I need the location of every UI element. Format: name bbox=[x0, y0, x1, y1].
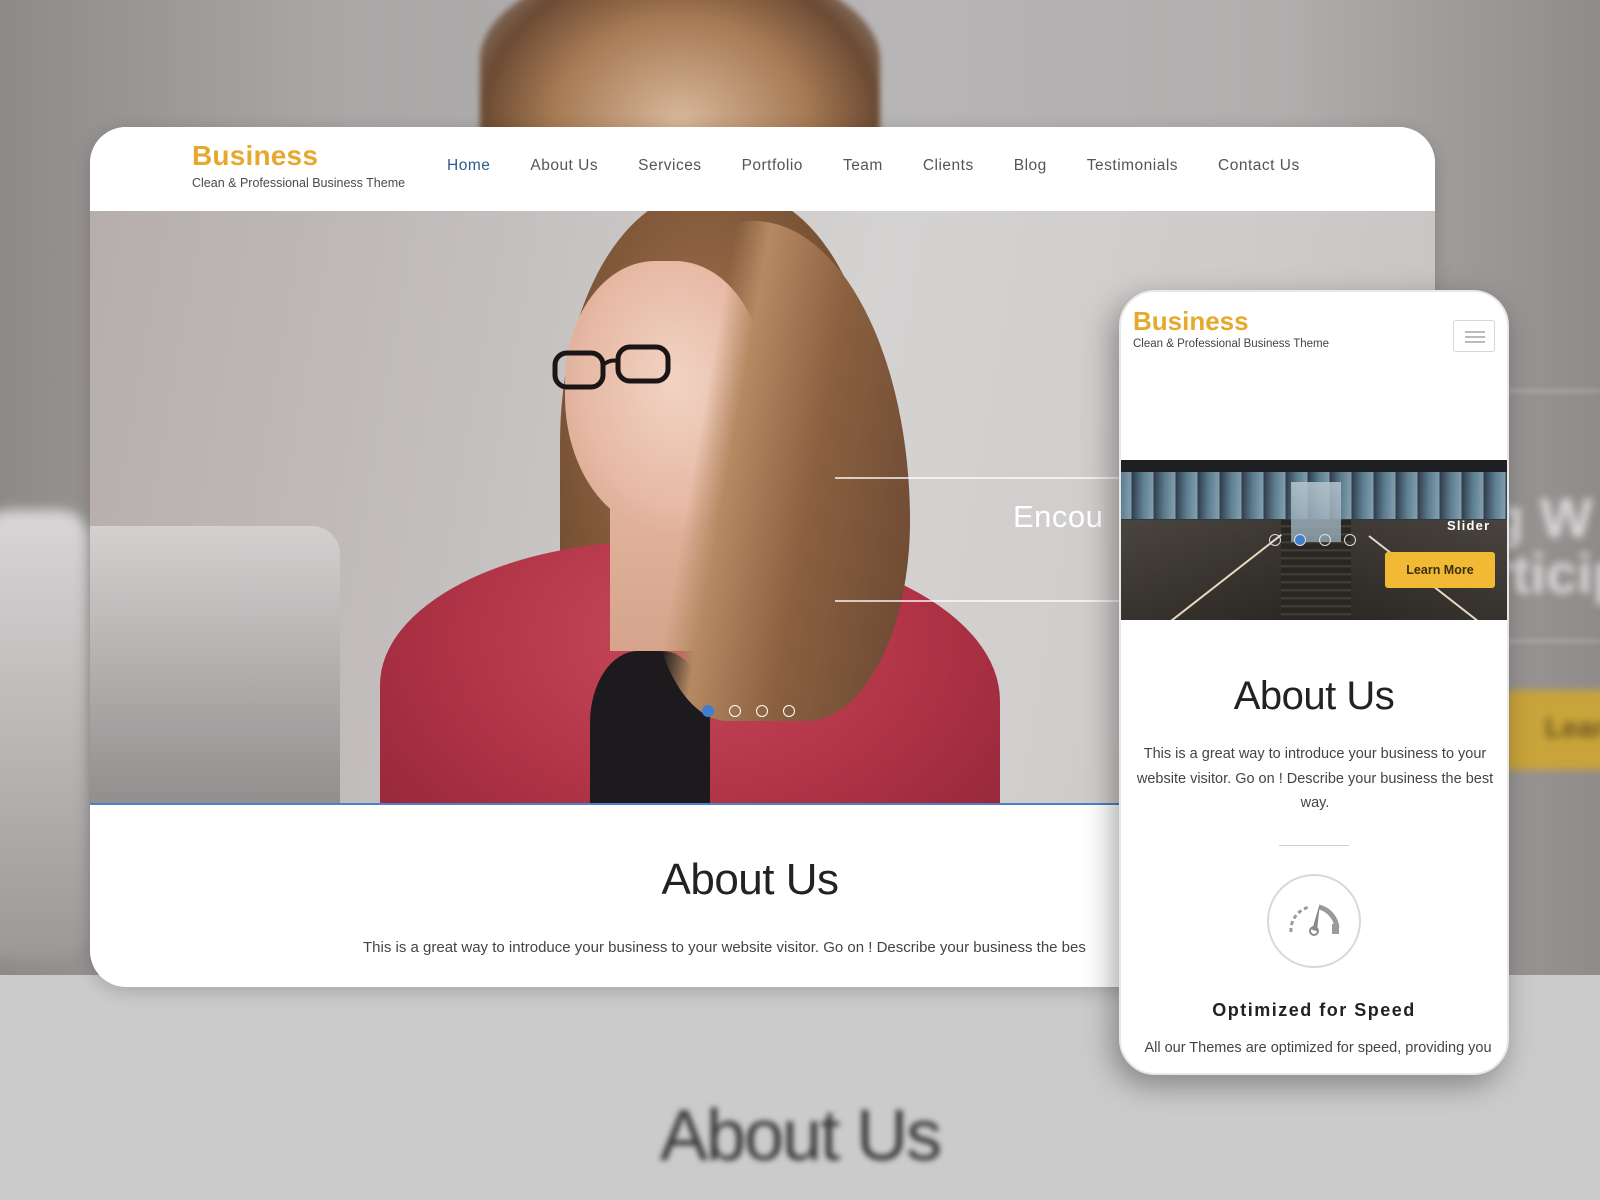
slider-dot-4[interactable] bbox=[783, 705, 795, 717]
slider-dot-2[interactable] bbox=[729, 705, 741, 717]
mobile-slider-dot-1[interactable] bbox=[1269, 534, 1281, 546]
speedometer-glyph bbox=[1289, 903, 1340, 936]
mobile-slider-dot-3[interactable] bbox=[1319, 534, 1331, 546]
site-title[interactable]: Business bbox=[192, 139, 405, 173]
hero-photo-hair-front bbox=[650, 221, 910, 721]
nav-item-testimonials[interactable]: Testimonials bbox=[1087, 157, 1178, 175]
nav-item-clients[interactable]: Clients bbox=[923, 157, 974, 175]
background-button-label: Lear bbox=[1545, 712, 1600, 743]
nav-item-services[interactable]: Services bbox=[638, 157, 701, 175]
mobile-slider-dot-2[interactable] bbox=[1294, 534, 1306, 546]
site-header: Business Clean & Professional Business T… bbox=[90, 127, 1435, 211]
learn-more-button[interactable]: Learn More bbox=[1385, 552, 1495, 588]
nav-item-home[interactable]: Home bbox=[447, 157, 490, 175]
slider-dot-3[interactable] bbox=[756, 705, 768, 717]
feature-text: All our Themes are optimized for speed, … bbox=[1144, 1040, 1492, 1056]
slide-heading: Encou bbox=[1013, 499, 1104, 534]
nav-item-contact-us[interactable]: Contact Us bbox=[1218, 157, 1300, 175]
about-text: This is a great way to introduce your bu… bbox=[363, 939, 1086, 956]
mobile-about-text: This is a great way to introduce your bu… bbox=[1136, 746, 1494, 811]
nav-item-blog[interactable]: Blog bbox=[1014, 157, 1047, 175]
speedometer-icon bbox=[1267, 874, 1361, 968]
background-button: Lear bbox=[1505, 690, 1600, 770]
slider-photo-window bbox=[1291, 482, 1341, 542]
mobile-slider: Slider Learn More bbox=[1121, 460, 1507, 620]
nav-item-team[interactable]: Team bbox=[843, 157, 883, 175]
slider-photo-wall bbox=[1121, 520, 1281, 620]
main-navigation: Home About Us Services Portfolio Team Cl… bbox=[447, 157, 1340, 175]
background-photo-laptop bbox=[0, 510, 90, 960]
site-branding[interactable]: Business Clean & Professional Business T… bbox=[192, 139, 405, 191]
site-tagline: Clean & Professional Business Theme bbox=[192, 176, 406, 190]
background-divider bbox=[1500, 640, 1600, 642]
mobile-slider-pagination bbox=[1269, 534, 1369, 546]
mobile-site-branding[interactable]: Business Clean & Professional Business T… bbox=[1133, 306, 1329, 350]
feature-title: Optimized for Speed bbox=[1212, 1000, 1416, 1020]
nav-item-about-us[interactable]: About Us bbox=[530, 157, 598, 175]
slider-photo-ceiling bbox=[1121, 460, 1507, 472]
mobile-about-title: About Us bbox=[1233, 674, 1395, 718]
mobile-site-title[interactable]: Business bbox=[1133, 306, 1329, 336]
section-divider bbox=[1279, 845, 1349, 846]
hero-photo-laptop bbox=[90, 526, 340, 803]
hamburger-icon[interactable] bbox=[1453, 320, 1495, 352]
slider-caption: Slider bbox=[1447, 518, 1491, 533]
mobile-slider-dot-4[interactable] bbox=[1344, 534, 1356, 546]
slider-pagination bbox=[702, 705, 810, 717]
mobile-site-tagline: Clean & Professional Business Theme bbox=[1133, 338, 1330, 350]
nav-item-portfolio[interactable]: Portfolio bbox=[742, 157, 803, 175]
mobile-preview: Business Clean & Professional Business T… bbox=[1119, 290, 1509, 1075]
slider-dot-1[interactable] bbox=[702, 705, 714, 717]
background-divider bbox=[1500, 390, 1600, 392]
background-about-title: About Us bbox=[659, 1096, 942, 1176]
